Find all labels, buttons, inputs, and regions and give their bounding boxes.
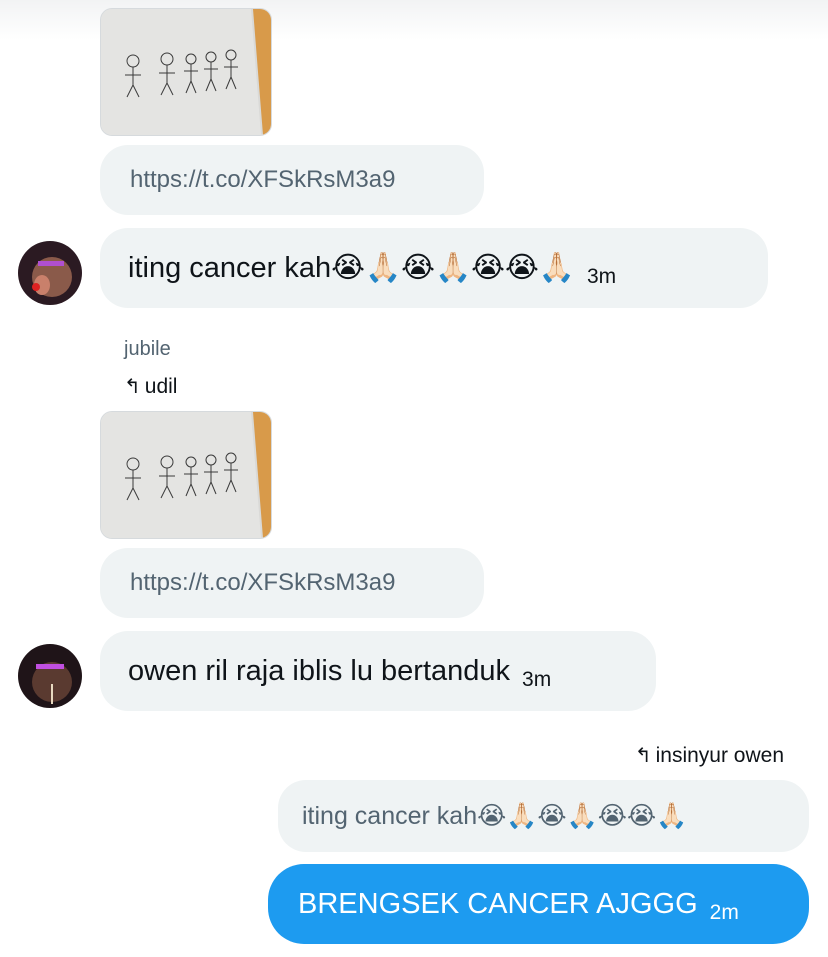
reply-to-name: insinyur owen — [655, 744, 784, 767]
avatar-image — [18, 644, 82, 708]
reply-indicator[interactable]: ↰ insinyur owen — [635, 743, 784, 768]
link-bubble[interactable]: https://t.co/XFSkRsM3a9 — [100, 548, 484, 618]
link-text[interactable]: https://t.co/XFSkRsM3a9 — [130, 166, 395, 193]
reply-arrow-icon: ↰ — [124, 376, 141, 398]
reply-to-name: udil — [144, 375, 178, 398]
message-text: iting cancer kah😭🙏🏻😭🙏🏻😭😭🙏🏻 — [128, 252, 575, 284]
message-text: owen ril raja iblis lu bertanduk — [128, 655, 511, 687]
attached-image[interactable] — [100, 411, 272, 539]
message-time: 3m — [586, 265, 617, 288]
link-bubble[interactable]: https://t.co/XFSkRsM3a9 — [100, 145, 484, 215]
message-bubble[interactable]: iting cancer kah😭🙏🏻😭🙏🏻😭😭🙏🏻 3m — [100, 228, 768, 308]
user-avatar[interactable] — [18, 644, 82, 708]
attached-image[interactable] — [100, 8, 272, 136]
outgoing-message-bubble[interactable]: BRENGSEK CANCER AJGGG 2m — [268, 864, 809, 944]
message-time: 3m — [522, 668, 552, 691]
message-bubble[interactable]: owen ril raja iblis lu bertanduk 3m — [100, 631, 656, 711]
link-text[interactable]: https://t.co/XFSkRsM3a9 — [130, 569, 395, 596]
reply-arrow-icon: ↰ — [634, 745, 652, 767]
message-text: BRENGSEK CANCER AJGGG — [298, 888, 698, 920]
reply-indicator[interactable]: ↰ udil — [124, 374, 177, 399]
user-avatar[interactable] — [18, 241, 82, 305]
sender-name: jubile — [124, 338, 171, 360]
avatar-image — [18, 241, 82, 305]
drawing-image — [101, 9, 271, 135]
message-time: 2m — [709, 901, 739, 924]
drawing-image — [101, 412, 271, 538]
quoted-text: iting cancer kah😭🙏🏻😭🙏🏻😭😭🙏🏻 — [302, 802, 688, 830]
quoted-message[interactable]: iting cancer kah😭🙏🏻😭🙏🏻😭😭🙏🏻 — [278, 780, 809, 852]
